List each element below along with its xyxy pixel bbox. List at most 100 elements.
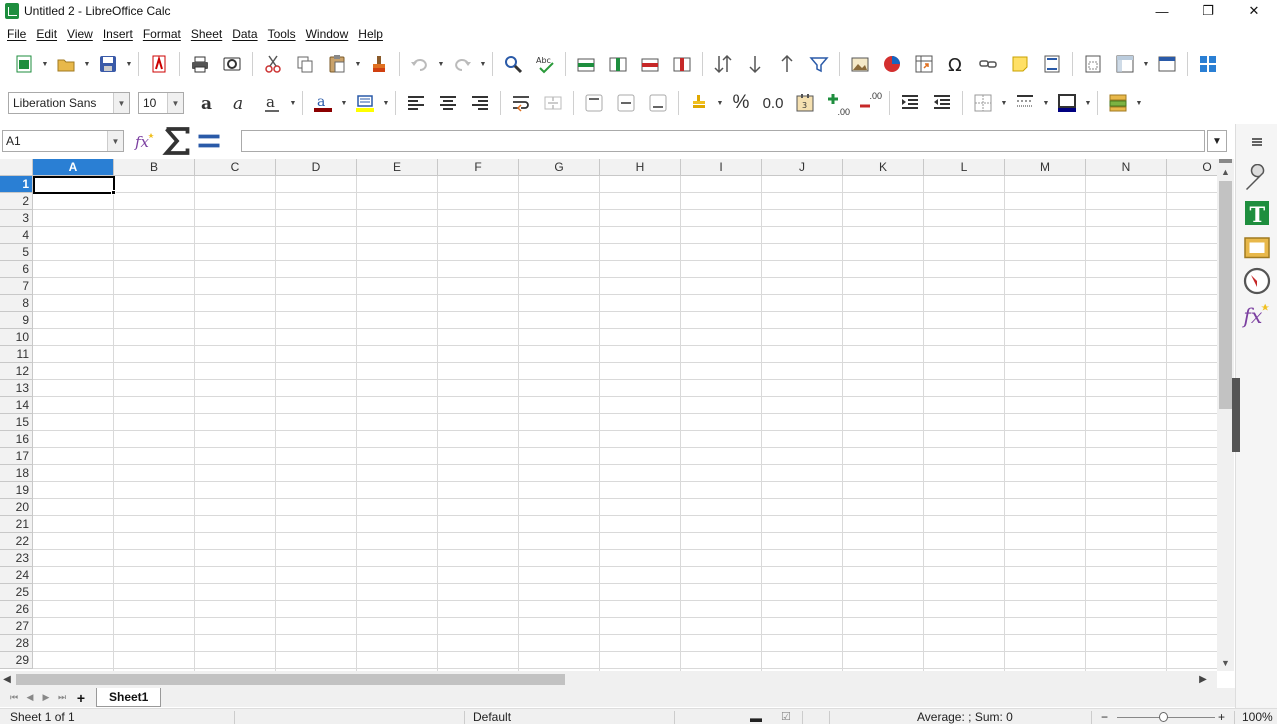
selection-mode-icon[interactable]: ▬ <box>750 711 762 724</box>
row-header[interactable]: 6 <box>0 261 33 278</box>
page-style[interactable]: Default <box>473 710 511 724</box>
row-header[interactable]: 17 <box>0 448 33 465</box>
sidebar-collapse-handle[interactable] <box>1232 378 1240 452</box>
column-header[interactable]: L <box>924 159 1005 176</box>
paste-dropdown[interactable]: ▼ <box>353 49 363 79</box>
border-color-button[interactable] <box>1052 88 1082 118</box>
save-dropdown[interactable]: ▼ <box>124 49 134 79</box>
column-header[interactable]: J <box>762 159 843 176</box>
menu-data[interactable]: Data <box>227 27 262 41</box>
insert-chart-button[interactable] <box>877 49 907 79</box>
expand-formula-button[interactable]: ▼ <box>1207 130 1227 152</box>
scroll-up-icon[interactable]: ▲ <box>1217 163 1234 180</box>
center-vertically-button[interactable] <box>611 88 641 118</box>
autofill-handle[interactable] <box>111 190 116 195</box>
column-header[interactable]: F <box>438 159 519 176</box>
function-wizard-button[interactable]: fx <box>130 129 160 153</box>
next-sheet-icon[interactable]: ▶ <box>38 688 54 707</box>
number-format-button[interactable]: 0.0 <box>758 88 788 118</box>
chevron-down-icon[interactable]: ▼ <box>107 131 123 151</box>
row-header[interactable]: 8 <box>0 295 33 312</box>
cell-area[interactable] <box>33 176 1217 671</box>
select-all-corner[interactable] <box>0 159 33 176</box>
column-header[interactable]: M <box>1005 159 1086 176</box>
menu-edit[interactable]: Edit <box>31 27 62 41</box>
column-header[interactable]: D <box>276 159 357 176</box>
sort-button[interactable] <box>708 49 738 79</box>
background-color-dropdown[interactable]: ▼ <box>381 88 391 118</box>
selection-summary[interactable]: Average: ; Sum: 0 <box>917 710 1013 724</box>
sidebar-navigator-button[interactable] <box>1242 266 1272 296</box>
row-header[interactable]: 24 <box>0 567 33 584</box>
split-window-button[interactable] <box>1152 49 1182 79</box>
scroll-right-icon[interactable]: ▶ <box>1196 671 1210 688</box>
font-size-combobox[interactable]: 10 ▼ <box>138 92 184 114</box>
horizontal-scrollbar[interactable]: ◀ ▶ <box>0 671 1217 688</box>
freeze-rows-columns-button[interactable] <box>1110 49 1140 79</box>
column-header[interactable]: K <box>843 159 924 176</box>
align-right-button[interactable] <box>465 88 495 118</box>
sheet-tab[interactable]: Sheet1 <box>96 688 162 707</box>
copy-button[interactable] <box>290 49 320 79</box>
menu-sheet[interactable]: Sheet <box>186 27 227 41</box>
scroll-left-icon[interactable]: ◀ <box>0 671 14 688</box>
last-sheet-icon[interactable]: ⏭ <box>54 688 70 707</box>
delete-row-button[interactable] <box>635 49 665 79</box>
row-header[interactable]: 26 <box>0 601 33 618</box>
row-header[interactable]: 27 <box>0 618 33 635</box>
paste-button[interactable] <box>322 49 352 79</box>
hyperlink-button[interactable] <box>973 49 1003 79</box>
row-header[interactable]: 2 <box>0 193 33 210</box>
column-header[interactable]: N <box>1086 159 1167 176</box>
new-button[interactable] <box>9 49 39 79</box>
sidebar-styles-button[interactable]: T <box>1242 198 1272 228</box>
delete-column-button[interactable] <box>667 49 697 79</box>
column-header[interactable]: G <box>519 159 600 176</box>
close-button[interactable]: ✕ <box>1231 0 1277 22</box>
align-bottom-button[interactable] <box>643 88 673 118</box>
menu-tools[interactable]: Tools <box>263 27 301 41</box>
menu-format[interactable]: Format <box>138 27 186 41</box>
row-header[interactable]: 14 <box>0 397 33 414</box>
add-decimal-button[interactable]: .00 <box>822 88 852 118</box>
bold-button[interactable]: a <box>193 88 223 118</box>
percent-format-button[interactable]: % <box>726 88 756 118</box>
redo-dropdown[interactable]: ▼ <box>478 49 488 79</box>
scroll-down-icon[interactable]: ▼ <box>1217 654 1234 671</box>
background-color-button[interactable] <box>350 88 380 118</box>
column-header[interactable]: O <box>1167 159 1217 176</box>
borders-dropdown[interactable]: ▼ <box>999 88 1009 118</box>
print-preview-button[interactable] <box>217 49 247 79</box>
minimize-button[interactable]: — <box>1139 0 1185 22</box>
zoom-slider-thumb[interactable] <box>1159 712 1168 722</box>
zoom-in-icon[interactable]: + <box>1218 710 1225 724</box>
sidebar-gallery-button[interactable] <box>1242 232 1272 262</box>
menu-view[interactable]: View <box>62 27 98 41</box>
row-header[interactable]: 1 <box>0 176 33 193</box>
define-print-area-button[interactable] <box>1078 49 1108 79</box>
comment-button[interactable] <box>1005 49 1035 79</box>
align-center-button[interactable] <box>433 88 463 118</box>
align-top-button[interactable] <box>579 88 609 118</box>
chevron-down-icon[interactable]: ▼ <box>167 93 183 113</box>
italic-button[interactable]: a <box>225 88 255 118</box>
row-header[interactable]: 11 <box>0 346 33 363</box>
font-color-button[interactable]: a <box>308 88 338 118</box>
sort-descending-button[interactable] <box>772 49 802 79</box>
insert-image-button[interactable] <box>845 49 875 79</box>
active-cell-cursor[interactable] <box>33 176 115 194</box>
sidebar-functions-button[interactable]: fx <box>1242 300 1272 330</box>
zoom-out-icon[interactable]: − <box>1101 710 1108 724</box>
redo-button[interactable] <box>447 49 477 79</box>
row-header[interactable]: 3 <box>0 210 33 227</box>
sidebar-properties-button[interactable] <box>1242 164 1272 194</box>
row-header[interactable]: 29 <box>0 652 33 669</box>
row-header[interactable]: 16 <box>0 431 33 448</box>
row-header[interactable]: 9 <box>0 312 33 329</box>
open-button[interactable] <box>51 49 81 79</box>
column-header[interactable]: H <box>600 159 681 176</box>
first-sheet-icon[interactable]: ⏮ <box>6 688 22 707</box>
row-header[interactable]: 4 <box>0 227 33 244</box>
spreadsheet-grid[interactable]: ABCDEFGHIJKLMNO 1 2 3 4 5 6 7 8 9 10 11 12 13 14 15 16 1… <box>0 159 1217 671</box>
sort-ascending-button[interactable] <box>740 49 770 79</box>
